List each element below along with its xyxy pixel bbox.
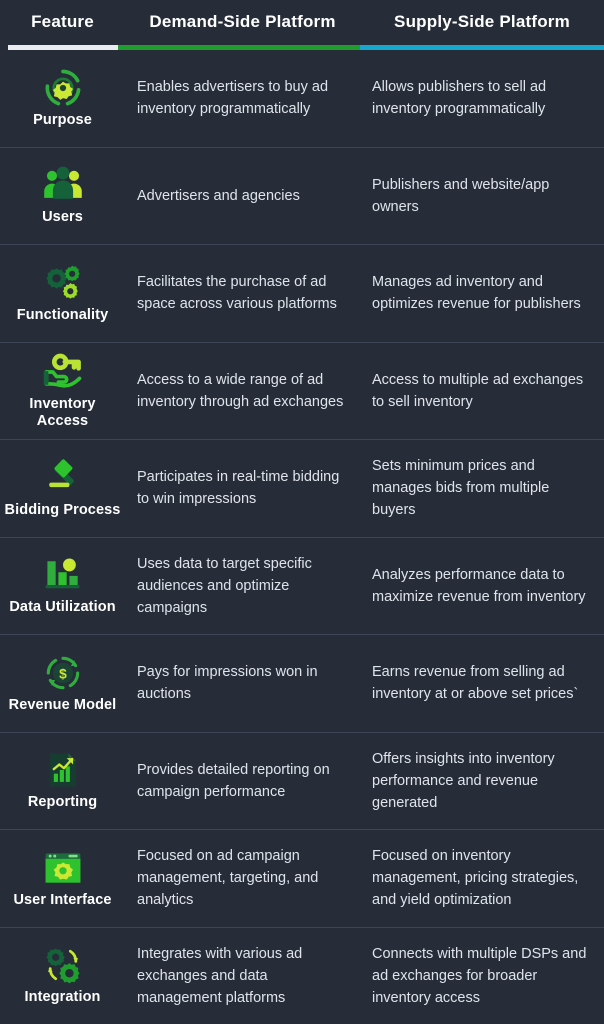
feature-label: Revenue Model bbox=[8, 696, 117, 713]
supply-cell: Focused on inventory management, pricing… bbox=[372, 848, 579, 909]
feature-cell: Inventory Access bbox=[0, 343, 125, 440]
supply-cell: Manages ad inventory and optimizes reven… bbox=[372, 274, 581, 313]
supply-cell: Connects with multiple DSPs and ad excha… bbox=[372, 945, 587, 1006]
svg-text:$: $ bbox=[59, 666, 67, 681]
column-header-supply-side-platform: Supply-Side Platform bbox=[394, 12, 570, 31]
feature-cell: Integration bbox=[0, 928, 125, 1024]
supply-cell: Offers insights into inventory performan… bbox=[372, 750, 555, 811]
target-gear-icon bbox=[45, 69, 80, 106]
feature-cell: Users bbox=[0, 148, 125, 245]
header-underline-feature bbox=[8, 45, 118, 50]
header-underline-supply bbox=[360, 45, 604, 50]
feature-cell: Bidding Process bbox=[0, 440, 125, 537]
demand-cell: Facilitates the purchase of ad space acr… bbox=[137, 274, 337, 313]
report-document-icon bbox=[49, 753, 76, 787]
demand-cell: Access to a wide range of ad inventory t… bbox=[137, 371, 344, 410]
gears-icon bbox=[45, 265, 80, 299]
feature-label: Bidding Process bbox=[4, 501, 121, 518]
feature-cell: Purpose bbox=[0, 50, 125, 147]
feature-label: Data Utilization bbox=[9, 599, 116, 616]
hand-key-icon bbox=[43, 353, 81, 388]
column-header-demand-side-platform: Demand-Side Platform bbox=[149, 12, 336, 31]
bar-chart-person-icon bbox=[45, 558, 79, 589]
feature-label: Functionality bbox=[16, 306, 109, 323]
table-row: Integration Integrates with various ad e… bbox=[0, 926, 604, 1024]
supply-cell: Access to multiple ad exchanges to sell … bbox=[372, 371, 584, 410]
demand-cell: Enables advertisers to buy ad inventory … bbox=[137, 79, 329, 118]
feature-cell: Data Utilization bbox=[0, 538, 125, 635]
table-header: Feature Demand-Side Platform Supply-Side… bbox=[0, 0, 604, 50]
demand-cell: Integrates with various ad exchanges and… bbox=[137, 945, 303, 1006]
users-group-icon bbox=[43, 166, 82, 199]
feature-label: Purpose bbox=[33, 111, 92, 128]
supply-cell: Analyzes performance data to maximize re… bbox=[372, 566, 586, 605]
feature-cell: Reporting bbox=[0, 733, 125, 830]
feature-cell: User Interface bbox=[0, 830, 125, 927]
feature-label: Users bbox=[42, 209, 83, 226]
gears-sync-icon bbox=[46, 948, 79, 984]
table-row: Users Advertisers and agencies Publisher… bbox=[0, 146, 604, 245]
feature-label: Inventory Access bbox=[29, 395, 96, 429]
table-row: Reporting Provides detailed reporting on… bbox=[0, 731, 604, 830]
demand-cell: Advertisers and agencies bbox=[137, 187, 300, 204]
feature-cell: Functionality bbox=[0, 245, 125, 342]
demand-cell: Uses data to target specific audiences a… bbox=[137, 555, 312, 616]
gavel-icon bbox=[48, 459, 74, 487]
browser-gear-icon bbox=[45, 853, 80, 883]
table-row: Purpose Enables advertisers to buy ad in… bbox=[0, 50, 604, 147]
table-row: $ Revenue Model Pays for impressions won… bbox=[0, 634, 604, 732]
supply-cell: Earns revenue from selling ad inventory … bbox=[372, 664, 579, 703]
feature-label: Reporting bbox=[27, 794, 98, 811]
supply-cell: Allows publishers to sell ad inventory p… bbox=[372, 79, 547, 118]
table-row: Data Utilization Uses data to target spe… bbox=[0, 536, 604, 635]
dsp-vs-ssp-comparison-table: Feature Demand-Side Platform Supply-Side… bbox=[0, 0, 604, 1024]
demand-cell: Participates in real-time bidding to win… bbox=[137, 469, 340, 508]
header-underline bbox=[0, 45, 604, 50]
dollar-cycle-icon: $ bbox=[46, 656, 79, 689]
feature-cell: $ Revenue Model bbox=[0, 635, 125, 732]
demand-cell: Pays for impressions won in auctions bbox=[137, 664, 318, 703]
header-underline-demand bbox=[118, 45, 360, 50]
supply-cell: Sets minimum prices and manages bids fro… bbox=[372, 458, 550, 519]
feature-label: Integration bbox=[24, 989, 101, 1006]
feature-label: User Interface bbox=[13, 891, 112, 908]
demand-cell: Provides detailed reporting on campaign … bbox=[137, 761, 330, 800]
column-header-feature: Feature bbox=[31, 12, 94, 31]
demand-cell: Focused on ad campaign management, targe… bbox=[137, 848, 319, 909]
table-row: Inventory Access Access to a wide range … bbox=[0, 341, 604, 440]
table-body: Purpose Enables advertisers to buy ad in… bbox=[0, 50, 604, 1024]
table-row: Functionality Facilitates the purchase o… bbox=[0, 244, 604, 342]
table-row: User Interface Focused on ad campaign ma… bbox=[0, 829, 604, 927]
supply-cell: Publishers and website/app owners bbox=[372, 176, 550, 215]
table-row: Bidding Process Participates in real-tim… bbox=[0, 439, 604, 537]
